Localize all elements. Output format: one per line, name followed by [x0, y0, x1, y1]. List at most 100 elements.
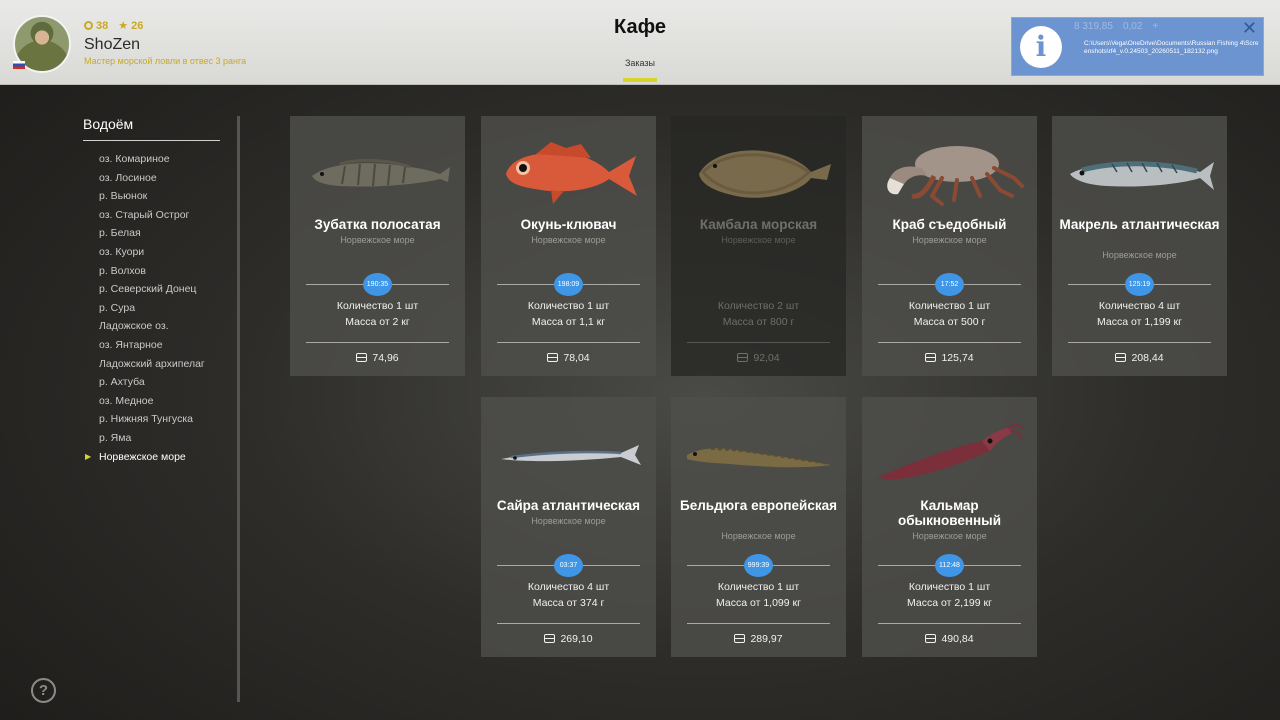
timer-badge: 999:39 — [744, 554, 773, 577]
flounder-image — [699, 150, 831, 198]
order-card[interactable]: Краб съедобный Норвежское море 17:52 Кол… — [862, 116, 1037, 376]
redfish-image — [506, 142, 637, 204]
sidebar-item[interactable]: оз. Янтарное — [99, 336, 205, 355]
price-value: 92,04 — [753, 352, 780, 364]
order-quantity: Количество 4 шт — [527, 581, 610, 593]
divider — [687, 342, 830, 343]
order-price: 208,44 — [1052, 352, 1227, 364]
plus-icon: + — [1152, 21, 1159, 32]
saury-image — [501, 445, 641, 465]
coin-icon — [356, 353, 368, 362]
order-card[interactable]: Сайра атлантическая Норвежское море 03:3… — [481, 397, 656, 657]
divider — [306, 342, 449, 343]
sidebar-item[interactable]: р. Ахтуба — [99, 373, 205, 392]
squid-image — [878, 424, 1023, 480]
russia-flag-icon — [13, 61, 25, 69]
order-location: Норвежское море — [912, 235, 987, 245]
sidebar-item[interactable]: р. Северский Донец — [99, 280, 205, 299]
order-quantity: Количество 4 шт — [1098, 300, 1181, 312]
sidebar-item[interactable]: р. Волхов — [99, 262, 205, 281]
screenshot-notification[interactable]: i 8 319,85 0,02 + ✕ C:\Users\Vega\OneDri… — [1011, 17, 1264, 76]
order-name: Макрель атлантическая — [1059, 217, 1220, 232]
order-name: Кальмар обыкновенный — [897, 498, 1002, 528]
order-price: 92,04 — [671, 352, 846, 364]
order-mass: Масса от 1,099 кг — [716, 597, 801, 609]
coin-icon — [547, 353, 559, 362]
tab-orders[interactable]: Заказы — [620, 58, 660, 68]
order-price: 78,04 — [481, 352, 656, 364]
help-icon[interactable]: ? — [31, 678, 56, 703]
sidebar-item[interactable]: р. Яма — [99, 429, 205, 448]
order-card[interactable]: Кальмар обыкновенный Норвежское море 112… — [862, 397, 1037, 657]
order-card-unavailable: Камбала морская Норвежское море Количест… — [671, 116, 846, 376]
screenshot-path: C:\Users\Vega\OneDrive\Documents\Russian… — [1084, 40, 1259, 55]
order-quantity: Количество 1 шт — [908, 300, 991, 312]
sidebar-item[interactable]: р. Нижняя Тунгуска — [99, 410, 205, 429]
order-quantity: Количество 1 шт — [908, 581, 991, 593]
order-quantity: Количество 1 шт — [717, 581, 800, 593]
order-price: 289,97 — [671, 633, 846, 645]
sidebar-item[interactable]: оз. Лосиное — [99, 169, 205, 188]
price-value: 289,97 — [750, 633, 783, 645]
order-mass: Масса от 2 кг — [345, 316, 410, 328]
sidebar-item[interactable]: р. Вьюнок — [99, 187, 205, 206]
coin-icon — [734, 634, 746, 643]
order-name: Окунь-клювач — [520, 217, 617, 232]
timer-badge: 17:52 — [935, 273, 964, 296]
sidebar-item[interactable]: Ладожское оз. — [99, 317, 205, 336]
coin-icon — [925, 353, 937, 362]
divider — [878, 623, 1021, 624]
price-value: 208,44 — [1131, 352, 1164, 364]
sidebar-item[interactable]: оз. Куори — [99, 243, 205, 262]
sidebar-divider-line — [83, 140, 220, 141]
divider — [1068, 342, 1211, 343]
order-location: Норвежское море — [912, 531, 987, 541]
price-value: 125,74 — [941, 352, 974, 364]
sidebar-title: Водоём — [83, 116, 134, 132]
order-location: Норвежское море — [721, 235, 796, 245]
price-value: 490,84 — [941, 633, 974, 645]
order-name: Зубатка полосатая — [314, 217, 441, 232]
sidebar-item[interactable]: р. Сура — [99, 299, 205, 318]
order-location: Норвежское море — [531, 235, 606, 245]
order-mass: Масса от 1,1 кг — [531, 316, 606, 328]
sidebar-vertical-divider — [237, 116, 240, 702]
order-name: Камбала морская — [699, 217, 818, 232]
player-rank: Мастер морской ловли в отвес 3 ранга — [84, 56, 247, 66]
order-quantity: Количество 2 шт — [717, 300, 800, 312]
order-card[interactable]: Зубатка полосатая Норвежское море 190:35… — [290, 116, 465, 376]
timer-badge: 125:19 — [1125, 273, 1154, 296]
timer-badge: 03:37 — [554, 554, 583, 577]
order-name: Бельдюга европейская — [680, 498, 837, 513]
coin-icon — [1115, 353, 1127, 362]
coin-icon — [737, 353, 749, 362]
money-value: 8 319,85 — [1074, 21, 1113, 32]
order-location: Норвежское море — [721, 531, 796, 541]
close-icon[interactable]: ✕ — [1242, 18, 1257, 39]
divider — [497, 342, 640, 343]
order-price: 490,84 — [862, 633, 1037, 645]
wolffish-image — [312, 158, 450, 187]
crab-image — [887, 146, 1024, 206]
sidebar-item[interactable]: Ладожский архипелаг — [99, 355, 205, 374]
sidebar-item-active[interactable]: Норвежское море — [85, 448, 205, 467]
info-icon: i — [1020, 26, 1062, 68]
order-price: 125,74 — [862, 352, 1037, 364]
order-location: Норвежское море — [531, 516, 606, 526]
sidebar-item[interactable]: оз. Медное — [99, 392, 205, 411]
sidebar-item[interactable]: р. Белая — [99, 224, 205, 243]
order-card[interactable]: Макрель атлантическая Норвежское море 12… — [1052, 116, 1227, 376]
order-mass: Масса от 800 г — [722, 316, 795, 328]
price-value: 78,04 — [563, 352, 590, 364]
sidebar-item[interactable]: оз. Комариное — [99, 150, 205, 169]
divider — [497, 623, 640, 624]
coin-icon — [925, 634, 937, 643]
order-name: Краб съедобный — [892, 217, 1007, 232]
order-card[interactable]: Бельдюга европейская Норвежское море 999… — [671, 397, 846, 657]
timer-badge: 112:48 — [935, 554, 964, 577]
price-value: 74,96 — [372, 352, 399, 364]
sidebar-item[interactable]: оз. Старый Острог — [99, 206, 205, 225]
mackerel-image — [1070, 161, 1214, 190]
order-card[interactable]: Окунь-клювач Норвежское море 198:09 Коли… — [481, 116, 656, 376]
eelpout-image — [687, 448, 831, 468]
